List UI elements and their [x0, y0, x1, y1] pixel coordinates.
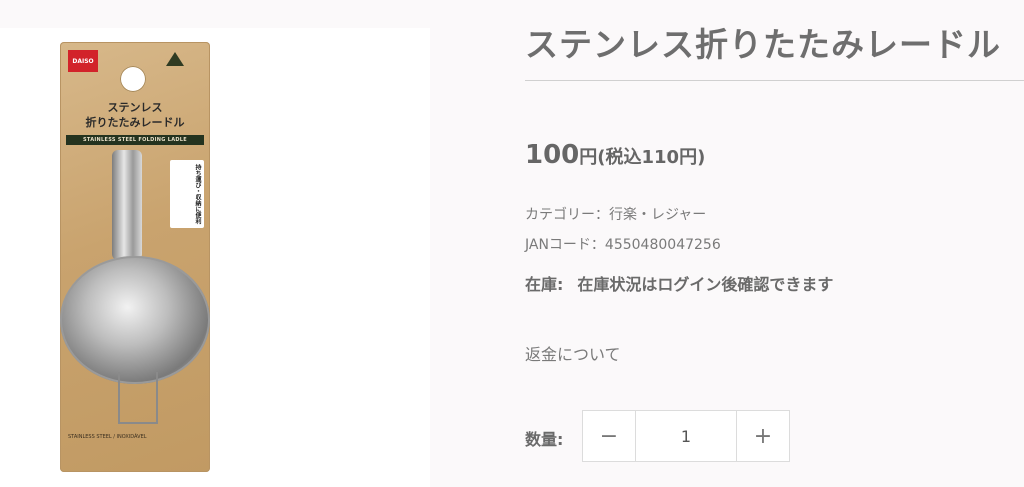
- quantity-input[interactable]: [636, 411, 736, 461]
- package-title-line1: ステンレス: [107, 101, 163, 114]
- daiso-logo: DAISO: [68, 50, 98, 72]
- package-title-line2: 折りたたみレードル: [85, 116, 185, 129]
- ladle-bowl: [60, 256, 210, 384]
- ladle-stand: [118, 372, 158, 424]
- ladle-handle: [112, 150, 142, 260]
- product-image[interactable]: DAISO ステンレス 折りたたみレードル STAINLESS STEEL FO…: [0, 28, 430, 487]
- package-tag: 持ち運び・収納に便利: [170, 160, 204, 228]
- stock-value: 在庫状況はログイン後確認できます: [577, 275, 834, 294]
- package-title: ステンレス 折りたたみレードル: [70, 100, 200, 130]
- product-title: ステンレス折りたたみレードル: [525, 25, 1001, 64]
- price: 100円(税込110円): [525, 140, 705, 170]
- package-band: STAINLESS STEEL FOLDING LADLE: [66, 135, 204, 145]
- tent-logo-icon: [166, 52, 184, 66]
- category-text: カテゴリー：行楽・レジャー: [525, 207, 707, 223]
- price-amount: 100: [525, 140, 580, 170]
- increase-quantity-button[interactable]: +: [736, 411, 789, 461]
- hang-hole: [120, 66, 146, 92]
- package-footer: STAINLESS STEEL / INOXIDÁVEL: [68, 434, 147, 440]
- stock-status: 在庫: 在庫状況はログイン後確認できます: [525, 271, 833, 295]
- refund-link[interactable]: 返金について: [525, 341, 621, 365]
- quantity-stepper: − +: [582, 410, 790, 462]
- decrease-quantity-button[interactable]: −: [583, 411, 636, 461]
- package-photo: DAISO ステンレス 折りたたみレードル STAINLESS STEEL FO…: [60, 42, 210, 472]
- jan-code-text: JANコード：4550480047256: [525, 237, 721, 253]
- price-suffix: 円(税込110円): [579, 147, 706, 168]
- title-divider: [525, 80, 1024, 81]
- quantity-label: 数量:: [525, 430, 564, 449]
- stock-label: 在庫:: [525, 275, 564, 294]
